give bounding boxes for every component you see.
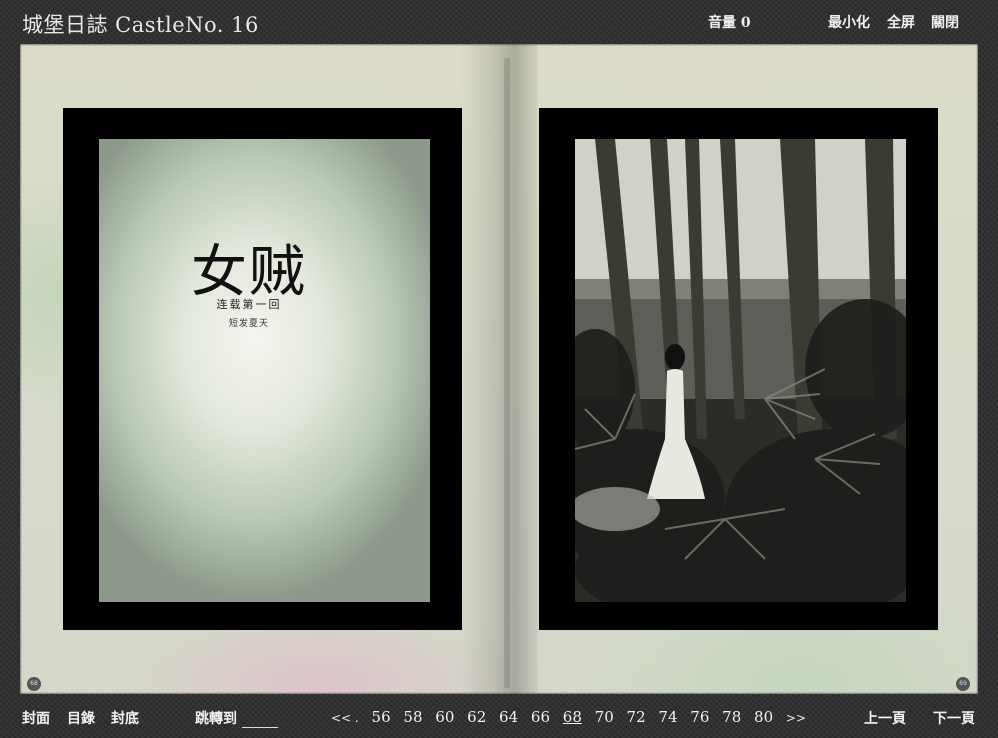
page-link[interactable]: 78 bbox=[722, 708, 741, 726]
page-link[interactable]: 80 bbox=[754, 708, 773, 726]
jump-input[interactable] bbox=[241, 713, 278, 728]
jump-to-control: 跳轉到 bbox=[195, 708, 278, 728]
story-subtitle: 连载第一回 bbox=[216, 298, 282, 311]
prev-page-button[interactable]: 上一頁 bbox=[864, 708, 906, 728]
page-link[interactable]: 70 bbox=[595, 708, 614, 726]
book-spine-line bbox=[504, 58, 510, 688]
toc-button[interactable]: 目錄 bbox=[67, 708, 95, 728]
right-page-frame[interactable] bbox=[539, 108, 938, 630]
title-bar: 城堡日誌 CastleNo. 16 音量 0 最小化 全屏 關閉 bbox=[0, 0, 998, 44]
next-pages-arrow[interactable]: >> bbox=[786, 711, 806, 725]
page-link[interactable]: 74 bbox=[658, 708, 677, 726]
back-cover-button[interactable]: 封底 bbox=[111, 708, 139, 728]
left-page-cover: 女贼 连载第一回 短发夏天 bbox=[99, 139, 430, 602]
page-link[interactable]: 62 bbox=[467, 708, 486, 726]
cover-button[interactable]: 封面 bbox=[22, 708, 50, 728]
page-link[interactable]: 66 bbox=[531, 708, 550, 726]
page-link-current[interactable]: 68 bbox=[563, 708, 582, 726]
page-link[interactable]: 60 bbox=[435, 708, 454, 726]
volume-control[interactable]: 音量 0 bbox=[708, 12, 751, 32]
prev-pages-arrow[interactable]: << . bbox=[331, 711, 359, 725]
page-link[interactable]: 58 bbox=[403, 708, 422, 726]
page-link[interactable]: 76 bbox=[690, 708, 709, 726]
app-title: 城堡日誌 CastleNo. 16 bbox=[22, 13, 259, 37]
story-author: 短发夏天 bbox=[228, 319, 269, 329]
left-page-frame[interactable]: 女贼 连载第一回 短发夏天 bbox=[63, 108, 462, 630]
page-link[interactable]: 56 bbox=[372, 708, 391, 726]
fullscreen-button[interactable]: 全屏 bbox=[887, 12, 915, 32]
forest-photo bbox=[575, 139, 906, 602]
minimize-button[interactable]: 最小化 bbox=[828, 12, 870, 32]
jump-label: 跳轉到 bbox=[195, 711, 237, 727]
next-page-button[interactable]: 下一頁 bbox=[933, 708, 975, 728]
navigation-bar: 封面 目錄 封底 跳轉到 << . 56 58 60 62 64 66 68 7… bbox=[0, 696, 998, 738]
right-page-number: 69 bbox=[956, 677, 970, 691]
forest-illustration bbox=[575, 139, 906, 602]
page-list: << . 56 58 60 62 64 66 68 70 72 74 76 78… bbox=[331, 708, 814, 726]
magazine-spread: 女贼 连载第一回 短发夏天 68 69 bbox=[20, 44, 978, 694]
close-button[interactable]: 關閉 bbox=[931, 12, 959, 32]
left-page-number: 68 bbox=[27, 677, 41, 691]
book-spine-shadow bbox=[460, 44, 538, 694]
page-link[interactable]: 64 bbox=[499, 708, 518, 726]
page-link[interactable]: 72 bbox=[627, 708, 646, 726]
